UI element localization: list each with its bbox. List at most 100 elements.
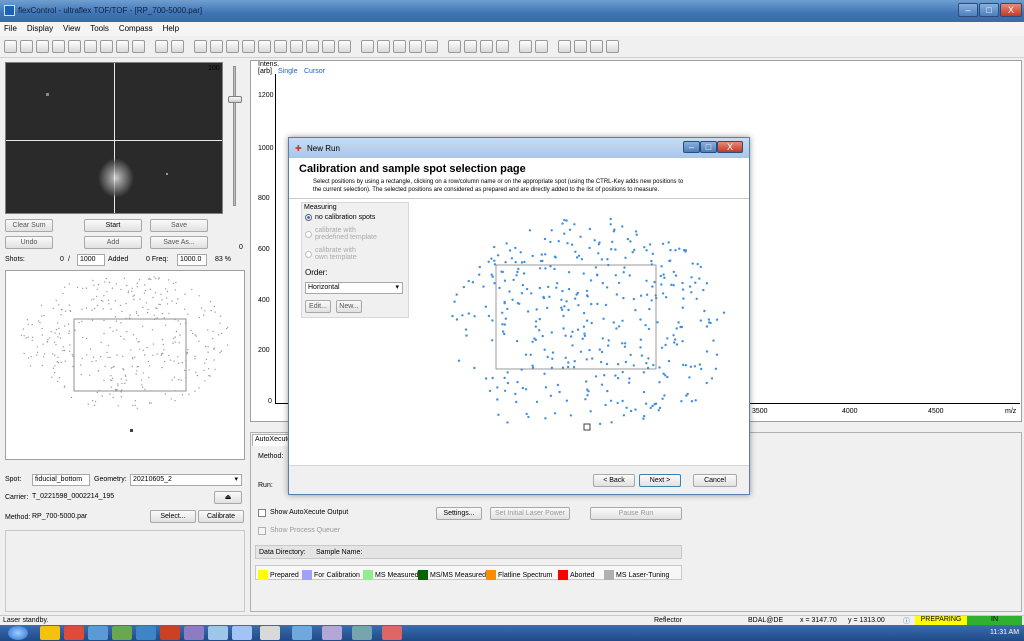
layout-icon[interactable]	[361, 40, 374, 53]
sample-spot[interactable]	[666, 337, 669, 340]
start-button[interactable]: Start	[84, 219, 142, 232]
sample-spot[interactable]	[510, 257, 514, 260]
sample-spot[interactable]	[681, 340, 684, 343]
sample-spot[interactable]	[675, 327, 678, 330]
sample-spot[interactable]	[516, 270, 519, 274]
sample-spot[interactable]	[639, 318, 642, 321]
sample-spot[interactable]	[604, 303, 608, 307]
sample-spot[interactable]	[700, 367, 703, 371]
sample-spot[interactable]	[467, 312, 470, 315]
sample-spot[interactable]	[488, 389, 492, 393]
sample-spot[interactable]	[598, 348, 601, 351]
sample-spot[interactable]	[680, 400, 683, 403]
taskbar-app-icon[interactable]	[112, 626, 132, 640]
sample-spot[interactable]	[664, 343, 667, 347]
sample-spot[interactable]	[524, 353, 528, 356]
sample-spot[interactable]	[590, 302, 593, 306]
start-orb-icon[interactable]	[8, 626, 28, 640]
sample-spot[interactable]	[538, 286, 541, 290]
sample-spot[interactable]	[622, 271, 625, 274]
sample-spot[interactable]	[519, 251, 522, 254]
sample-spot[interactable]	[651, 285, 654, 288]
sample-spot[interactable]	[669, 248, 672, 252]
selection-rectangle[interactable]	[495, 264, 657, 370]
sample-spot[interactable]	[688, 285, 692, 288]
brightness-slider-track[interactable]	[233, 66, 236, 206]
sample-spot[interactable]	[493, 245, 496, 249]
sample-spot[interactable]	[496, 398, 499, 401]
sample-spot[interactable]	[690, 291, 693, 294]
sample-spot[interactable]	[690, 276, 693, 279]
range-icon[interactable]	[558, 40, 571, 53]
sample-spot[interactable]	[521, 283, 525, 287]
sample-spot[interactable]	[493, 282, 496, 285]
sample-spot[interactable]	[648, 307, 651, 311]
peak7-icon[interactable]	[338, 40, 351, 53]
sample-spot[interactable]	[524, 388, 528, 391]
sample-spot[interactable]	[575, 256, 579, 259]
sample-spot[interactable]	[582, 325, 586, 328]
sample-spot[interactable]	[621, 342, 624, 345]
sample-spot[interactable]	[461, 314, 464, 317]
sample-spot[interactable]	[644, 324, 647, 327]
info-icon[interactable]	[448, 40, 461, 53]
menu-compass[interactable]: Compass	[115, 22, 157, 33]
sample-spot[interactable]	[634, 408, 637, 411]
sample-spot[interactable]	[549, 265, 552, 268]
sample-spot[interactable]	[642, 371, 646, 374]
radio-predefined-template[interactable]	[305, 231, 312, 238]
sample-spot[interactable]	[629, 409, 633, 413]
layout2-icon[interactable]	[377, 40, 390, 53]
geometry-select[interactable]: 20210605_2 ▾	[130, 474, 242, 486]
sample-spot[interactable]	[666, 375, 669, 379]
sample-spot[interactable]	[558, 390, 561, 394]
sample-spot[interactable]	[521, 386, 525, 390]
grid-icon[interactable]	[496, 40, 509, 53]
sample-spot[interactable]	[484, 377, 488, 380]
sample-spot[interactable]	[653, 280, 656, 284]
undo-button[interactable]: Undo	[5, 236, 53, 249]
sample-spot[interactable]	[471, 281, 475, 284]
sample-spot[interactable]	[506, 371, 509, 374]
sample-spot[interactable]	[660, 346, 664, 349]
sample-spot[interactable]	[508, 290, 511, 293]
sample-spot[interactable]	[612, 321, 615, 324]
sample-spot[interactable]	[672, 284, 675, 287]
sample-spot[interactable]	[633, 248, 636, 252]
sample-spot[interactable]	[602, 317, 605, 320]
sample-spot[interactable]	[542, 295, 545, 299]
save3-icon[interactable]	[52, 40, 65, 53]
sample-spot[interactable]	[491, 319, 494, 322]
sample-spot[interactable]	[648, 243, 652, 246]
sample-spot[interactable]	[661, 242, 665, 245]
sample-spot[interactable]	[589, 410, 592, 413]
sample-spot[interactable]	[624, 360, 628, 364]
sample-spot[interactable]	[565, 219, 568, 222]
range3-icon[interactable]	[590, 40, 603, 53]
sample-spot[interactable]	[672, 270, 675, 274]
sample-spot[interactable]	[651, 404, 654, 408]
sample-spot[interactable]	[662, 372, 665, 375]
sample-spot[interactable]	[501, 330, 505, 333]
sample-spot[interactable]	[594, 266, 598, 269]
sample-spot[interactable]	[605, 286, 609, 289]
sample-spot[interactable]	[593, 239, 596, 242]
sample-spot[interactable]	[657, 409, 660, 412]
sample-spot[interactable]	[530, 292, 533, 295]
sample-spot[interactable]	[522, 272, 526, 275]
sample-spot[interactable]	[632, 364, 635, 367]
sample-spot[interactable]	[615, 293, 618, 296]
sample-spot[interactable]	[551, 357, 554, 360]
sample-spot[interactable]	[623, 345, 627, 348]
sample-spot[interactable]	[682, 297, 685, 300]
sample-spot[interactable]	[467, 279, 470, 283]
sample-spot[interactable]	[569, 335, 573, 338]
sample-spot[interactable]	[715, 318, 719, 321]
sample-spot[interactable]	[698, 277, 701, 280]
sample-spot[interactable]	[699, 319, 702, 322]
sample-spot[interactable]	[504, 261, 507, 264]
sample-spot[interactable]	[462, 285, 466, 289]
sample-spot[interactable]	[525, 287, 529, 291]
sample-spot[interactable]	[534, 338, 537, 342]
sample-spot[interactable]	[628, 274, 631, 277]
